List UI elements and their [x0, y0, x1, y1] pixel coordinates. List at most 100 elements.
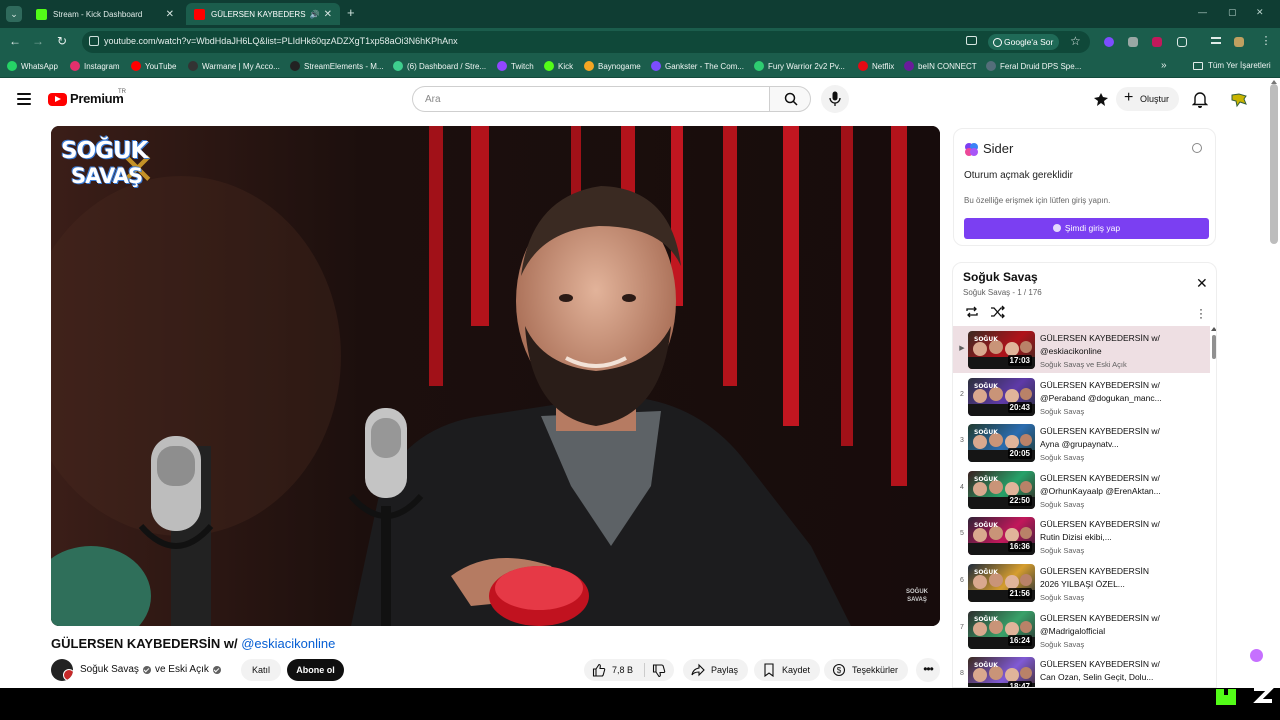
close-window-icon[interactable]: ✕ — [1256, 7, 1264, 18]
url-text[interactable]: youtube.com/watch?v=WbdHdaJH6LQ&list=PLI… — [104, 36, 458, 46]
bookmark-item[interactable]: Fury Warrior 2v2 Pv... — [754, 61, 845, 71]
extensions-puzzle-icon[interactable] — [1177, 37, 1187, 47]
address-bar[interactable]: youtube.com/watch?v=WbdHdaJH6LQ&list=PLI… — [82, 31, 1090, 53]
channel-name-secondary[interactable]: ve Eski Açık — [155, 664, 209, 675]
playlist-item[interactable]: 3 SOĞUK 20:05 GÜLERSEN KAYBEDERSİN w/Ayna @… — [953, 419, 1210, 466]
bookmark-item[interactable]: Gankster - The Com... — [651, 61, 744, 71]
bookmark-item[interactable]: Warmane | My Acco... — [188, 61, 280, 71]
create-button[interactable]: Oluştur — [1116, 86, 1180, 111]
bookmark-item[interactable]: WhatsApp — [7, 61, 58, 71]
playlist-video-title[interactable]: GÜLERSEN KAYBEDERSİN w/ @Peraband @doguka… — [1040, 379, 1185, 405]
search-button[interactable] — [769, 86, 811, 112]
bookmark-item[interactable]: Twitch — [497, 61, 534, 71]
bookmark-item[interactable]: beIN CONNECT — [904, 61, 977, 71]
playlist-item[interactable]: 8 SOĞUK 18:47 GÜLERSEN KAYBEDERSİN w/Can Oz… — [953, 652, 1210, 687]
playlist-video-title[interactable]: GÜLERSEN KAYBEDERSİN w/ @eskiacikonline — [1040, 332, 1185, 358]
thanks-button[interactable]: $ Teşekkürler — [824, 659, 909, 681]
account-avatar[interactable] — [1231, 92, 1247, 108]
site-info-icon[interactable] — [89, 36, 99, 46]
new-tab-button[interactable]: + — [347, 5, 355, 20]
google-lens-button[interactable]: Google'a Sor — [988, 34, 1060, 50]
cast-icon[interactable] — [966, 36, 977, 45]
close-playlist-icon[interactable]: ✕ — [1196, 275, 1208, 292]
playlist-video-title[interactable]: GÜLERSEN KAYBEDERSİN w/ @OrhunKayaalp @Er… — [1040, 472, 1185, 498]
notifications-bell-icon[interactable] — [1192, 91, 1208, 108]
menu-icon[interactable] — [17, 93, 31, 105]
extension-icon[interactable] — [1128, 37, 1138, 47]
video-player[interactable]: ✕ SOĞUK SAVAŞ SOĞUK SAVAŞ — [51, 126, 940, 626]
playlist-video-title[interactable]: GÜLERSEN KAYBEDERSİN w/Ayna @grupaynatv.… — [1040, 425, 1185, 451]
close-tab-icon[interactable]: ✕ — [166, 9, 174, 20]
shuffle-icon[interactable] — [990, 305, 1006, 319]
like-count[interactable]: 7,8 B — [612, 659, 633, 681]
like-icon[interactable] — [592, 663, 606, 677]
settings-icon[interactable] — [1192, 143, 1202, 153]
join-button[interactable]: Katıl — [241, 659, 281, 681]
restore-icon[interactable]: ▢ — [1228, 7, 1237, 18]
bookmark-item[interactable]: Netflix — [858, 61, 894, 71]
playlist-video-title[interactable]: GÜLERSEN KAYBEDERSİN w/Rutin Dizisi ekib… — [1040, 518, 1185, 544]
playlist-item[interactable]: ▶ SOĞUK 17:03 GÜLERSEN KAYBEDERSİN w/ @eskia… — [953, 326, 1210, 373]
playlist-menu-icon[interactable]: · · · — [1199, 303, 1203, 323]
bookmark-item[interactable]: StreamElements - M... — [290, 61, 384, 71]
scroll-up-icon[interactable] — [1211, 327, 1216, 331]
more-actions-button[interactable]: ••• — [916, 658, 940, 682]
audio-playing-icon[interactable]: 🔊 — [310, 10, 320, 19]
search-box[interactable] — [412, 86, 770, 112]
playlist-item[interactable]: 7 SOĞUK 16:24 GÜLERSEN KAYBEDERSİN w/ @Madri… — [953, 606, 1210, 653]
reading-list-icon[interactable] — [1211, 37, 1221, 44]
search-input[interactable] — [425, 92, 745, 106]
close-tab-icon[interactable]: ✕ — [324, 9, 332, 20]
playlist-thumbnail[interactable]: SOĞUK 22:50 — [968, 470, 1035, 509]
youtube-logo-icon[interactable] — [48, 93, 67, 106]
bookmark-item[interactable]: Baynogame — [584, 61, 641, 71]
extension-icon[interactable] — [1152, 37, 1162, 47]
page-scrollbar[interactable] — [1270, 84, 1278, 244]
tab-search-button[interactable]: ⌄ — [6, 6, 22, 22]
mention-link[interactable]: @eskiacikonline — [241, 636, 335, 651]
playlist-thumbnail[interactable]: SOĞUK 20:43 — [968, 377, 1035, 416]
voice-search-button[interactable] — [821, 85, 849, 113]
share-button[interactable]: Paylaş — [683, 659, 749, 681]
forward-icon[interactable]: → — [30, 34, 46, 48]
sider-floating-icon[interactable] — [1250, 649, 1263, 662]
playlist-title[interactable]: Soğuk Savaş — [963, 270, 1038, 284]
save-button[interactable]: Kaydet — [754, 659, 821, 681]
playlist-thumbnail[interactable]: SOĞUK 17:03 — [968, 331, 1035, 369]
dislike-icon[interactable] — [652, 664, 666, 678]
playlist-thumbnail[interactable]: SOĞUK 21:56 — [968, 564, 1035, 602]
browser-menu-icon[interactable]: ⋮ — [1258, 34, 1274, 47]
playlist-thumbnail[interactable]: SOĞUK 18:47 — [968, 657, 1035, 687]
minimize-icon[interactable]: — — [1198, 7, 1207, 17]
playlist-video-title[interactable]: GÜLERSEN KAYBEDERSİN 2026 YILBAŞI ÖZEL... — [1040, 565, 1185, 591]
bookmark-item[interactable]: Kick — [544, 61, 573, 71]
tab-kick-dashboard[interactable]: Stream - Kick Dashboard ✕ — [28, 3, 182, 25]
back-icon[interactable]: ← — [7, 34, 23, 48]
bookmark-item[interactable]: Instagram — [70, 61, 120, 71]
playlist-thumbnail[interactable]: SOĞUK 20:05 — [968, 424, 1035, 463]
playlist-video-title[interactable]: GÜLERSEN KAYBEDERSİN w/Can Ozan, Selin G… — [1040, 658, 1185, 684]
loop-icon[interactable] — [964, 305, 980, 319]
playlist-item[interactable]: 6 SOĞUK 21:56 GÜLERSEN KAYBEDERSİN 2026 YILB… — [953, 559, 1210, 606]
bookmark-item[interactable]: (6) Dashboard / Stre... — [393, 61, 486, 71]
channel-avatar[interactable] — [51, 659, 73, 681]
bookmark-item[interactable]: Feral Druid DPS Spe... — [986, 61, 1081, 71]
bookmark-item[interactable]: YouTube — [131, 61, 176, 71]
channel-name-primary[interactable]: Soğuk Savaş — [80, 664, 139, 675]
youtube-premium-label[interactable]: Premium — [70, 91, 124, 106]
subscribe-button[interactable]: Abone ol — [287, 659, 344, 681]
extension-icon[interactable] — [1104, 37, 1114, 47]
profile-icon[interactable] — [1234, 37, 1244, 47]
reload-icon[interactable]: ↻ — [54, 34, 70, 48]
more-bookmarks-icon[interactable]: » — [1161, 60, 1167, 71]
playlist-item[interactable]: 2 SOĞUK 20:43 GÜLERSEN KAYBEDERSİN w/ @Perab… — [953, 373, 1210, 420]
playlist-thumbnail[interactable]: SOĞUK 16:24 — [968, 610, 1035, 649]
playlist-item[interactable]: 4 SOĞUK 22:50 GÜLERSEN KAYBEDERSİN w/ @Orhun… — [953, 466, 1210, 513]
all-bookmarks-button[interactable]: Tüm Yer İşaretleri — [1193, 61, 1271, 70]
playlist-item[interactable]: 5 SOĞUK 16:36 GÜLERSEN KAYBEDERSİN w/Rutin … — [953, 512, 1210, 559]
gaming-extension-icon[interactable] — [1093, 92, 1109, 108]
playlist-thumbnail[interactable]: SOĞUK 16:36 — [968, 517, 1035, 556]
tab-youtube-video[interactable]: GÜLERSEN KAYBEDERSİN w 🔊 ✕ — [186, 3, 340, 25]
playlist-scrollbar[interactable] — [1212, 335, 1216, 359]
bookmark-star-icon[interactable]: ☆ — [1070, 34, 1081, 48]
